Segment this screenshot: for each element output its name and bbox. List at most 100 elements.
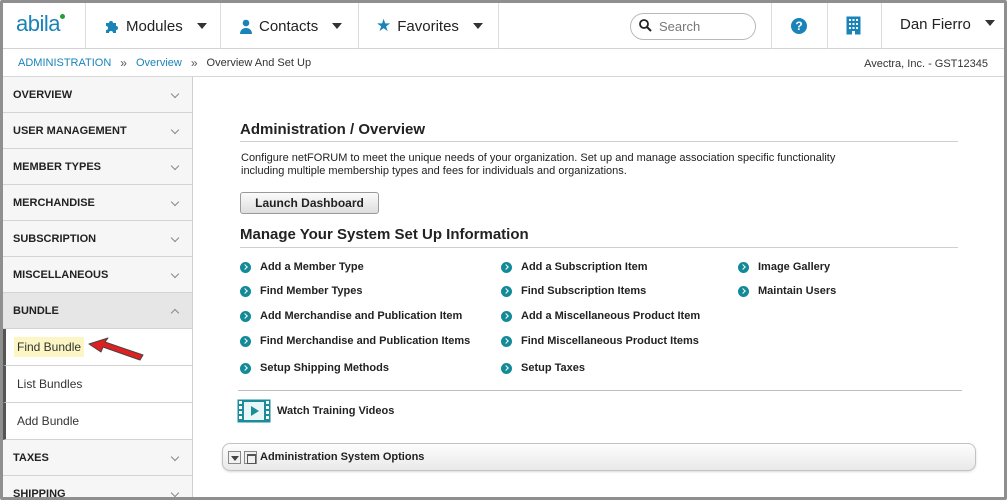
launch-dashboard-button[interactable]: Launch Dashboard: [240, 192, 379, 214]
page-title: Administration / Overview: [240, 121, 426, 138]
chevron-down-icon: [170, 161, 180, 171]
nav-divider: [358, 3, 359, 49]
favorites-menu[interactable]: ★ Favorites: [376, 3, 483, 49]
sidebar-section-bundle[interactable]: BUNDLE: [3, 293, 192, 329]
sidebar-item-list-bundles[interactable]: List Bundles: [3, 366, 192, 403]
link-label: Find Member Types: [260, 285, 363, 297]
nav-divider: [85, 3, 86, 49]
link-label: Find Subscription Items: [521, 285, 647, 297]
breadcrumb-overview[interactable]: Overview: [136, 57, 182, 69]
nav-divider: [881, 3, 882, 49]
arrow-circle-icon: [501, 362, 512, 374]
link-label: Maintain Users: [758, 285, 837, 297]
link-add-subscription-item[interactable]: Add a Subscription Item: [501, 261, 648, 273]
link-find-merchandise-items[interactable]: Find Merchandise and Publication Items: [240, 335, 470, 347]
logo-text: abila: [16, 11, 60, 36]
nav-divider: [771, 3, 772, 49]
sidebar-section-label: MERCHANDISE: [13, 196, 95, 209]
title-divider: [240, 141, 958, 142]
chevron-down-icon: [170, 125, 180, 135]
arrow-circle-icon: [240, 362, 251, 374]
sidebar-section-subscription[interactable]: SUBSCRIPTION: [3, 221, 192, 257]
link-maintain-users[interactable]: Maintain Users: [738, 285, 836, 297]
chevron-down-icon: [332, 23, 343, 29]
user-menu[interactable]: Dan Fierro: [900, 16, 996, 33]
search-input[interactable]: [659, 19, 749, 34]
arrow-circle-icon: [501, 261, 512, 273]
building-icon[interactable]: [846, 16, 861, 38]
sidebar-section-overview[interactable]: OVERVIEW: [3, 77, 192, 113]
sidebar-section-label: SHIPPING: [13, 487, 66, 500]
watch-training-videos-link[interactable]: Watch Training Videos: [237, 399, 394, 423]
favorites-label: Favorites: [397, 17, 459, 35]
film-strip-icon: [237, 399, 271, 423]
abila-logo[interactable]: abila: [16, 11, 65, 37]
sidebar-item-add-bundle[interactable]: Add Bundle: [3, 403, 192, 440]
chevron-down-icon: [196, 23, 207, 29]
breadcrumb-current: Overview And Set Up: [206, 57, 312, 69]
arrow-circle-icon: [501, 310, 512, 322]
main-content: Administration / Overview Configure netF…: [194, 77, 1004, 497]
arrow-circle-icon: [240, 285, 251, 297]
administration-system-options-bar[interactable]: Administration System Options: [222, 443, 976, 471]
link-setup-shipping-methods[interactable]: Setup Shipping Methods: [240, 362, 389, 374]
sidebar-section-label: OVERVIEW: [13, 88, 73, 101]
link-label: Add Merchandise and Publication Item: [260, 310, 463, 322]
link-label: Add a Member Type: [260, 261, 364, 273]
link-label: Add a Miscellaneous Product Item: [521, 310, 701, 322]
link-image-gallery[interactable]: Image Gallery: [738, 261, 830, 273]
sidebar: OVERVIEW USER MANAGEMENT MEMBER TYPES ME…: [3, 77, 193, 500]
sidebar-section-label: MISCELLANEOUS: [13, 268, 109, 281]
arrow-circle-icon: [501, 285, 512, 297]
link-add-member-type[interactable]: Add a Member Type: [240, 261, 364, 273]
arrow-circle-icon: [738, 285, 749, 297]
section-title: Manage Your System Set Up Information: [240, 226, 529, 243]
arrow-circle-icon: [240, 261, 251, 273]
chevron-down-icon: [170, 233, 180, 243]
contacts-menu[interactable]: Contacts: [239, 3, 343, 49]
link-find-misc-product-items[interactable]: Find Miscellaneous Product Items: [501, 335, 699, 347]
options-bar-label: Administration System Options: [260, 451, 425, 463]
sidebar-item-label: Add Bundle: [17, 414, 80, 428]
sidebar-item-find-bundle[interactable]: Find Bundle: [3, 329, 192, 366]
link-add-misc-product-item[interactable]: Add a Miscellaneous Product Item: [501, 310, 700, 322]
sidebar-section-shipping[interactable]: SHIPPING: [3, 476, 192, 500]
breadcrumb: ADMINISTRATION » Overview » Overview And…: [3, 50, 1004, 77]
sidebar-item-label: Find Bundle: [14, 337, 85, 357]
sidebar-section-user-management[interactable]: USER MANAGEMENT: [3, 113, 192, 149]
app-window: abila Modules Contacts ★ Favorites Searc…: [0, 0, 1007, 500]
sidebar-section-taxes[interactable]: TAXES: [3, 440, 192, 476]
nav-divider: [498, 3, 499, 49]
nav-divider: [827, 3, 828, 49]
chevron-down-icon: [170, 488, 180, 497]
chevron-down-icon: [985, 20, 996, 26]
chevron-up-icon: [170, 308, 180, 318]
chevron-down-icon: [170, 269, 180, 279]
sidebar-section-label: USER MANAGEMENT: [13, 124, 127, 137]
link-find-member-types[interactable]: Find Member Types: [240, 285, 362, 297]
window-icon[interactable]: [244, 450, 257, 464]
breadcrumb-separator: »: [120, 56, 127, 70]
search-box[interactable]: [630, 13, 756, 40]
arrow-circle-icon: [240, 335, 251, 347]
sidebar-section-member-types[interactable]: MEMBER TYPES: [3, 149, 192, 185]
link-setup-taxes[interactable]: Setup Taxes: [501, 362, 585, 374]
sidebar-section-merchandise[interactable]: MERCHANDISE: [3, 185, 192, 221]
link-label: Find Merchandise and Publication Items: [260, 335, 471, 347]
link-label: Image Gallery: [758, 261, 831, 273]
arrow-circle-icon: [501, 335, 512, 347]
top-navigation: abila Modules Contacts ★ Favorites Searc…: [3, 3, 1004, 49]
arrow-circle-icon: [738, 261, 749, 273]
breadcrumb-administration[interactable]: ADMINISTRATION: [18, 57, 111, 69]
link-find-subscription-items[interactable]: Find Subscription Items: [501, 285, 646, 297]
modules-menu[interactable]: Modules: [104, 3, 207, 49]
help-icon[interactable]: ?: [791, 18, 807, 34]
sidebar-item-label: List Bundles: [17, 377, 83, 391]
chevron-down-icon: [170, 452, 180, 462]
red-arrow-icon: [88, 335, 146, 364]
link-label: Find Miscellaneous Product Items: [521, 335, 699, 347]
person-icon: [239, 19, 253, 34]
expand-toggle-icon[interactable]: [228, 450, 241, 464]
sidebar-section-miscellaneous[interactable]: MISCELLANEOUS: [3, 257, 192, 293]
link-add-merchandise-item[interactable]: Add Merchandise and Publication Item: [240, 310, 462, 322]
